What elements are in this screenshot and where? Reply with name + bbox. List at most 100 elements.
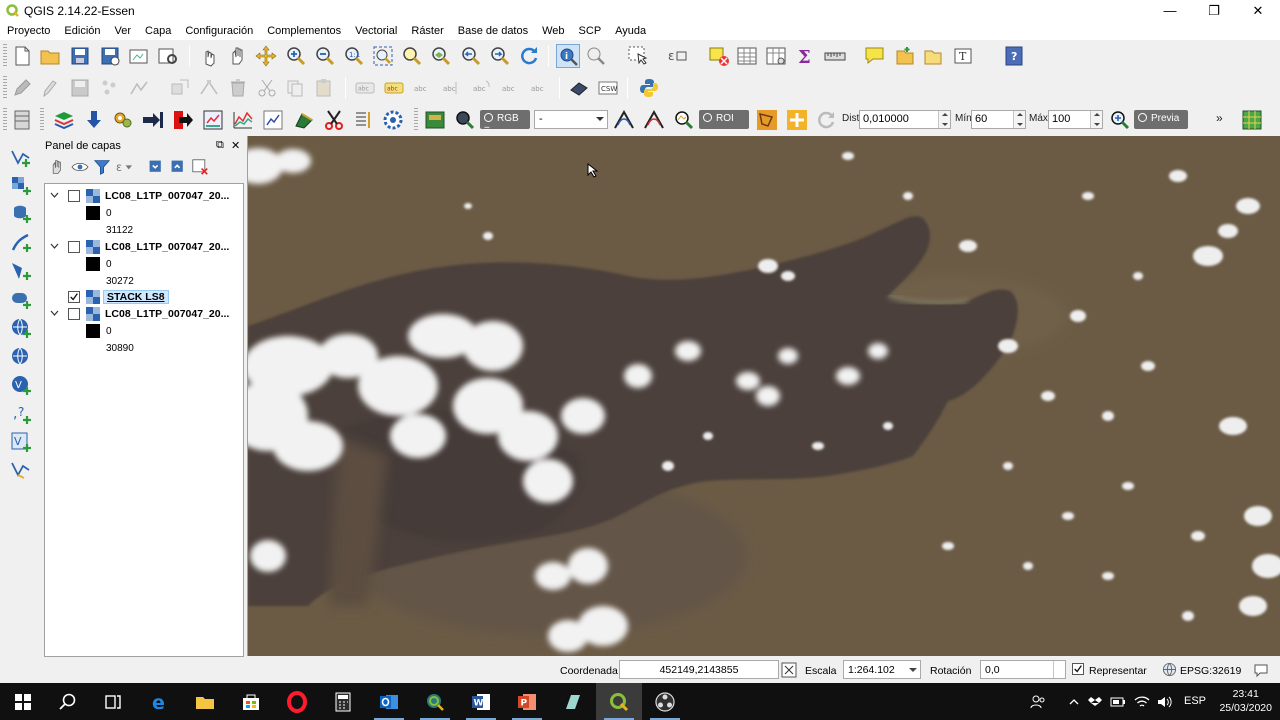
layer-manager-icon[interactable] — [10, 108, 34, 132]
min-spinbox[interactable]: 60 — [971, 110, 1026, 129]
add-virtual-layer-icon[interactable]: V — [9, 430, 33, 454]
float-panel-icon[interactable]: ⧉ — [216, 139, 224, 152]
layer-row[interactable]: LC08_L1TP_007047_20... — [45, 188, 243, 205]
roi-pointer-icon[interactable] — [785, 108, 809, 132]
roi-toggle[interactable]: ROI — [699, 110, 749, 129]
start-button[interactable] — [0, 683, 46, 720]
add-feature-icon[interactable] — [98, 76, 122, 100]
label-rotate-icon[interactable]: abc — [470, 76, 494, 100]
map-canvas[interactable] — [247, 136, 1280, 656]
scp-settings-icon[interactable] — [381, 108, 405, 132]
taskbar-obs[interactable] — [642, 683, 688, 720]
python-console-icon[interactable] — [637, 76, 661, 100]
zoom-to-input-icon[interactable] — [453, 108, 477, 132]
add-wcs-layer-icon[interactable] — [9, 345, 33, 369]
save-project-icon[interactable] — [68, 44, 92, 68]
pan-map-icon[interactable] — [226, 44, 250, 68]
render-checkbox[interactable] — [1072, 663, 1084, 675]
expand-all-icon[interactable] — [146, 157, 165, 176]
roi-polygon-icon[interactable] — [755, 108, 779, 132]
copy-features-icon[interactable] — [283, 76, 307, 100]
wifi-icon[interactable] — [1134, 694, 1150, 710]
add-delimited-text-icon[interactable]: ,? — [9, 402, 33, 426]
add-raster-layer-side-icon[interactable] — [9, 174, 33, 198]
toolbar-grip[interactable] — [414, 108, 418, 132]
scissors-tool-icon[interactable] — [322, 108, 346, 132]
menu-base-de-datos[interactable]: Base de datos — [451, 22, 535, 40]
rgb-combo[interactable]: - — [534, 110, 608, 129]
label-properties-icon[interactable]: abc — [528, 76, 552, 100]
zoom-in-icon[interactable] — [284, 44, 308, 68]
current-edits-icon[interactable] — [10, 76, 34, 100]
spectral-plot-icon[interactable] — [231, 108, 255, 132]
save-edits-icon[interactable] — [68, 76, 92, 100]
taskbar-qgis-browser[interactable] — [412, 683, 458, 720]
chevron-down-icon[interactable] — [50, 191, 59, 200]
zoom-to-selection-icon[interactable] — [400, 44, 424, 68]
show-bookmarks-icon[interactable] — [921, 44, 945, 68]
download-icon[interactable] — [82, 108, 106, 132]
volume-icon[interactable] — [1156, 694, 1172, 710]
close-button[interactable]: ✕ — [1236, 0, 1280, 22]
zoom-full-icon[interactable] — [371, 44, 395, 68]
print-composer-icon[interactable] — [127, 44, 151, 68]
add-raster-layer-icon[interactable] — [52, 108, 76, 132]
taskbar-powerpoint[interactable]: P — [504, 683, 550, 720]
coordinate-field[interactable]: 452149,2143855 — [619, 660, 779, 679]
rotation-spinbox[interactable]: 0,0 — [980, 660, 1066, 679]
taskbar-word[interactable]: W — [458, 683, 504, 720]
delete-selected-icon[interactable] — [226, 76, 250, 100]
node-tool-icon[interactable] — [197, 76, 221, 100]
zoom-last-icon[interactable] — [459, 44, 483, 68]
layer-visibility-checkbox[interactable] — [68, 308, 80, 320]
import-arrow-icon[interactable] — [141, 108, 165, 132]
save-as-icon[interactable] — [98, 44, 122, 68]
crs-globe-icon[interactable] — [1162, 662, 1177, 677]
add-postgis-layer-icon[interactable] — [9, 202, 33, 226]
layer-visibility-checkbox[interactable] — [68, 241, 80, 253]
label-tool-icon[interactable]: T — [952, 44, 976, 68]
local-cumulative-stretch-icon[interactable] — [612, 108, 636, 132]
add-db2-layer-icon[interactable] — [9, 288, 33, 312]
layer-row[interactable]: LC08_L1TP_007047_20... — [45, 306, 243, 323]
layer-styling-icon[interactable] — [48, 157, 67, 176]
metasearch-icon[interactable] — [567, 76, 591, 100]
taskbar-edge[interactable]: e — [137, 683, 183, 720]
move-feature-icon[interactable] — [168, 76, 192, 100]
toggle-editing-icon[interactable] — [38, 76, 62, 100]
menu-edicion[interactable]: Edición — [57, 22, 107, 40]
taskbar-opera[interactable] — [274, 683, 320, 720]
preview-toggle[interactable]: Previa — [1134, 110, 1188, 129]
menu-configuracion[interactable]: Configuración — [178, 22, 260, 40]
filter-expression-icon[interactable]: ε — [114, 157, 133, 176]
composer-manager-icon[interactable] — [156, 44, 180, 68]
minimize-button[interactable]: — — [1148, 0, 1192, 22]
text-annotation-icon[interactable] — [863, 44, 887, 68]
zoom-to-preview-icon[interactable] — [1108, 108, 1132, 132]
add-wfs-layer-icon[interactable]: V — [9, 373, 33, 397]
dropbox-icon[interactable] — [1088, 695, 1102, 709]
menu-scp[interactable]: SCP — [572, 22, 609, 40]
layer-visibility-checkbox-checked[interactable] — [68, 291, 80, 303]
add-mssql-layer-icon[interactable] — [9, 259, 33, 283]
messages-icon[interactable] — [1253, 662, 1269, 678]
export-arrow-icon[interactable] — [171, 108, 195, 132]
toolbar-overflow[interactable]: » — [1216, 111, 1223, 125]
layer-visibility-checkbox[interactable] — [68, 190, 80, 202]
toolbar-grip[interactable] — [40, 108, 44, 132]
select-by-value-icon[interactable]: ε — [666, 44, 690, 68]
label-change-icon[interactable]: abc — [499, 76, 523, 100]
chevron-up-icon[interactable] — [1068, 696, 1080, 708]
paste-features-icon[interactable] — [312, 76, 336, 100]
close-panel-icon[interactable]: ✕ — [231, 139, 240, 152]
add-vector-layer-icon[interactable] — [9, 146, 33, 170]
zoom-out-icon[interactable] — [313, 44, 337, 68]
taskbar-store[interactable] — [228, 683, 274, 720]
toolbar-grip[interactable] — [3, 76, 7, 100]
zoom-to-roi-icon[interactable] — [672, 108, 696, 132]
chevron-down-icon[interactable] — [50, 309, 59, 318]
battery-icon[interactable] — [1110, 695, 1126, 709]
toggle-extents-icon[interactable] — [781, 662, 797, 678]
scp-dock-icon[interactable] — [423, 108, 447, 132]
select-features-icon[interactable] — [626, 44, 650, 68]
